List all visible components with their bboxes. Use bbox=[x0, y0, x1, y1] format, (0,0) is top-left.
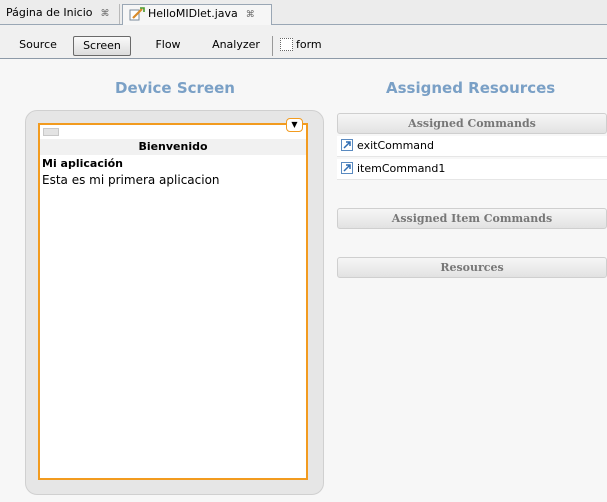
command-icon bbox=[341, 139, 353, 151]
tab-hellomidlet-java[interactable]: HelloMIDlet.java ⌘ bbox=[122, 4, 272, 25]
command-row[interactable]: itemCommand1 bbox=[337, 159, 607, 180]
form-selector[interactable]: form bbox=[280, 36, 322, 56]
view-toolbar: Source Screen Flow Analyzer form bbox=[0, 25, 607, 59]
assigned-commands-header[interactable]: Assigned Commands bbox=[337, 113, 607, 134]
resources-header[interactable]: Resources bbox=[337, 257, 607, 278]
tab-close-icon[interactable]: ⌘ bbox=[246, 10, 255, 20]
tab-analyzer[interactable]: Analyzer bbox=[205, 36, 267, 56]
tab-label: Página de Inicio bbox=[6, 6, 93, 19]
tab-label: HelloMIDlet.java bbox=[148, 7, 238, 20]
tab-close-icon[interactable]: ⌘ bbox=[100, 9, 109, 19]
string-item-label[interactable]: Mi aplicación bbox=[42, 157, 123, 170]
command-icon bbox=[341, 162, 353, 174]
device-screen[interactable]: ▼ Bienvenido Mi aplicación Esta es mi pr… bbox=[38, 118, 308, 480]
tab-pagina-de-inicio[interactable]: Página de Inicio ⌘ bbox=[0, 4, 120, 24]
screen-title[interactable]: Bienvenido bbox=[40, 139, 306, 155]
assigned-resources-heading: Assigned Resources bbox=[386, 79, 556, 97]
device-screen-heading: Device Screen bbox=[115, 79, 235, 97]
editor-tab-strip: Página de Inicio ⌘ HelloMIDlet.java ⌘ bbox=[0, 0, 607, 25]
tab-screen[interactable]: Screen bbox=[73, 36, 131, 56]
toolbar-separator bbox=[272, 36, 273, 56]
command-label: itemCommand1 bbox=[357, 162, 446, 175]
ticker-placeholder[interactable] bbox=[43, 128, 59, 136]
string-item-text[interactable]: Esta es mi primera aplicacion bbox=[42, 173, 220, 187]
command-label: exitCommand bbox=[357, 139, 434, 152]
screen-designer: Device Screen ▼ Bienvenido Mi aplicación… bbox=[0, 59, 607, 502]
tab-flow[interactable]: Flow bbox=[143, 36, 193, 56]
command-row[interactable]: exitCommand bbox=[337, 136, 607, 157]
form-icon bbox=[280, 37, 293, 51]
java-file-icon bbox=[129, 7, 145, 21]
tab-source[interactable]: Source bbox=[12, 36, 64, 56]
assigned-item-commands-header[interactable]: Assigned Item Commands bbox=[337, 208, 607, 229]
chevron-down-icon[interactable]: ▼ bbox=[286, 118, 303, 132]
form-label: form bbox=[296, 38, 322, 51]
